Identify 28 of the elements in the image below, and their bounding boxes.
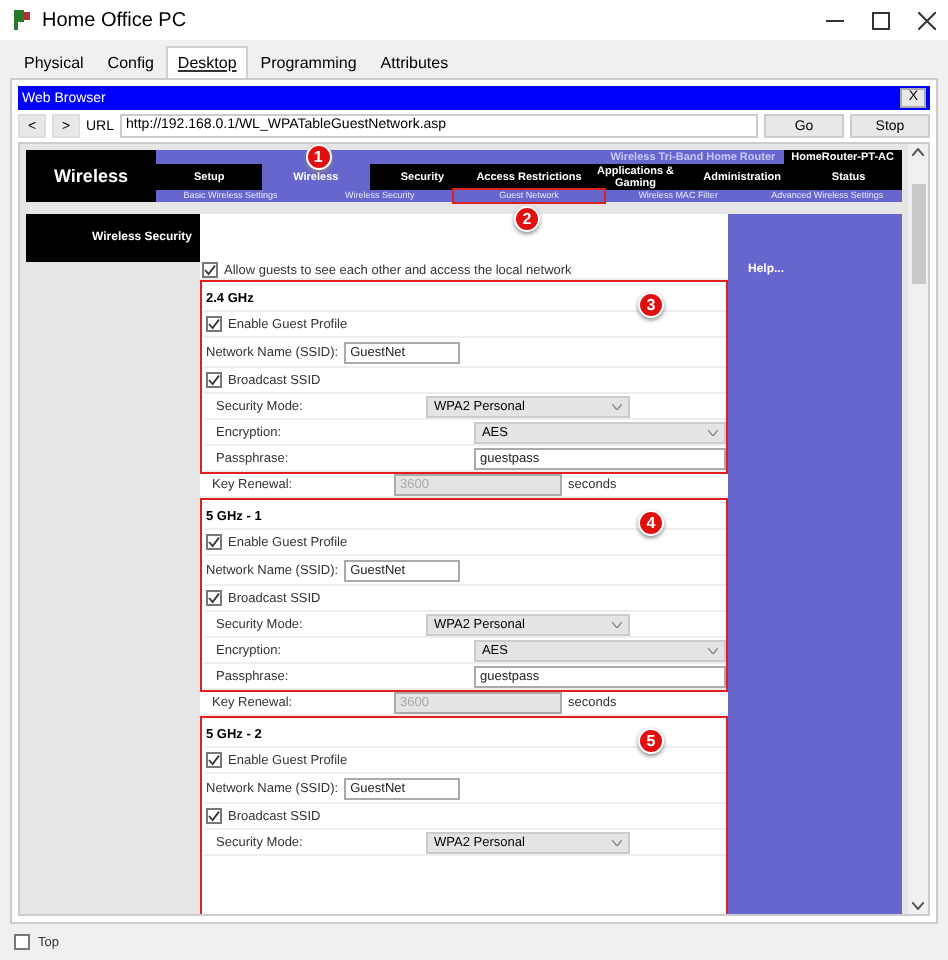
checkbox[interactable] [206, 534, 222, 550]
callout-marker: 1 [305, 144, 332, 170]
chevron-icon [708, 429, 718, 435]
checkbox[interactable] [206, 372, 222, 388]
checkbox[interactable] [202, 262, 218, 278]
checkbox[interactable] [14, 934, 30, 950]
scrollbar[interactable] [908, 144, 928, 914]
chevron-icon [612, 621, 622, 627]
close-icon[interactable] [918, 11, 936, 29]
maximize-icon[interactable] [872, 11, 890, 29]
checkbox[interactable] [206, 590, 222, 606]
app-icon [12, 8, 32, 32]
section-title: Wireless [26, 150, 156, 202]
window-title: Home Office PC [42, 9, 189, 31]
checkbox[interactable] [206, 316, 222, 332]
minimize-icon[interactable] [826, 19, 844, 21]
chevron-icon [612, 839, 622, 845]
callout-marker: 3 [638, 292, 664, 318]
callout-marker: 4 [638, 510, 664, 536]
checkbox[interactable] [206, 752, 222, 768]
tab[interactable]: Desktop [165, 46, 249, 78]
callout-marker: 5 [638, 728, 664, 754]
checkbox[interactable] [206, 808, 222, 824]
scroll-up-icon[interactable] [912, 148, 924, 156]
chevron-icon [612, 403, 622, 409]
callout-marker: 2 [514, 206, 541, 232]
chevron-icon [708, 647, 718, 653]
scroll-down-icon[interactable] [912, 902, 924, 910]
